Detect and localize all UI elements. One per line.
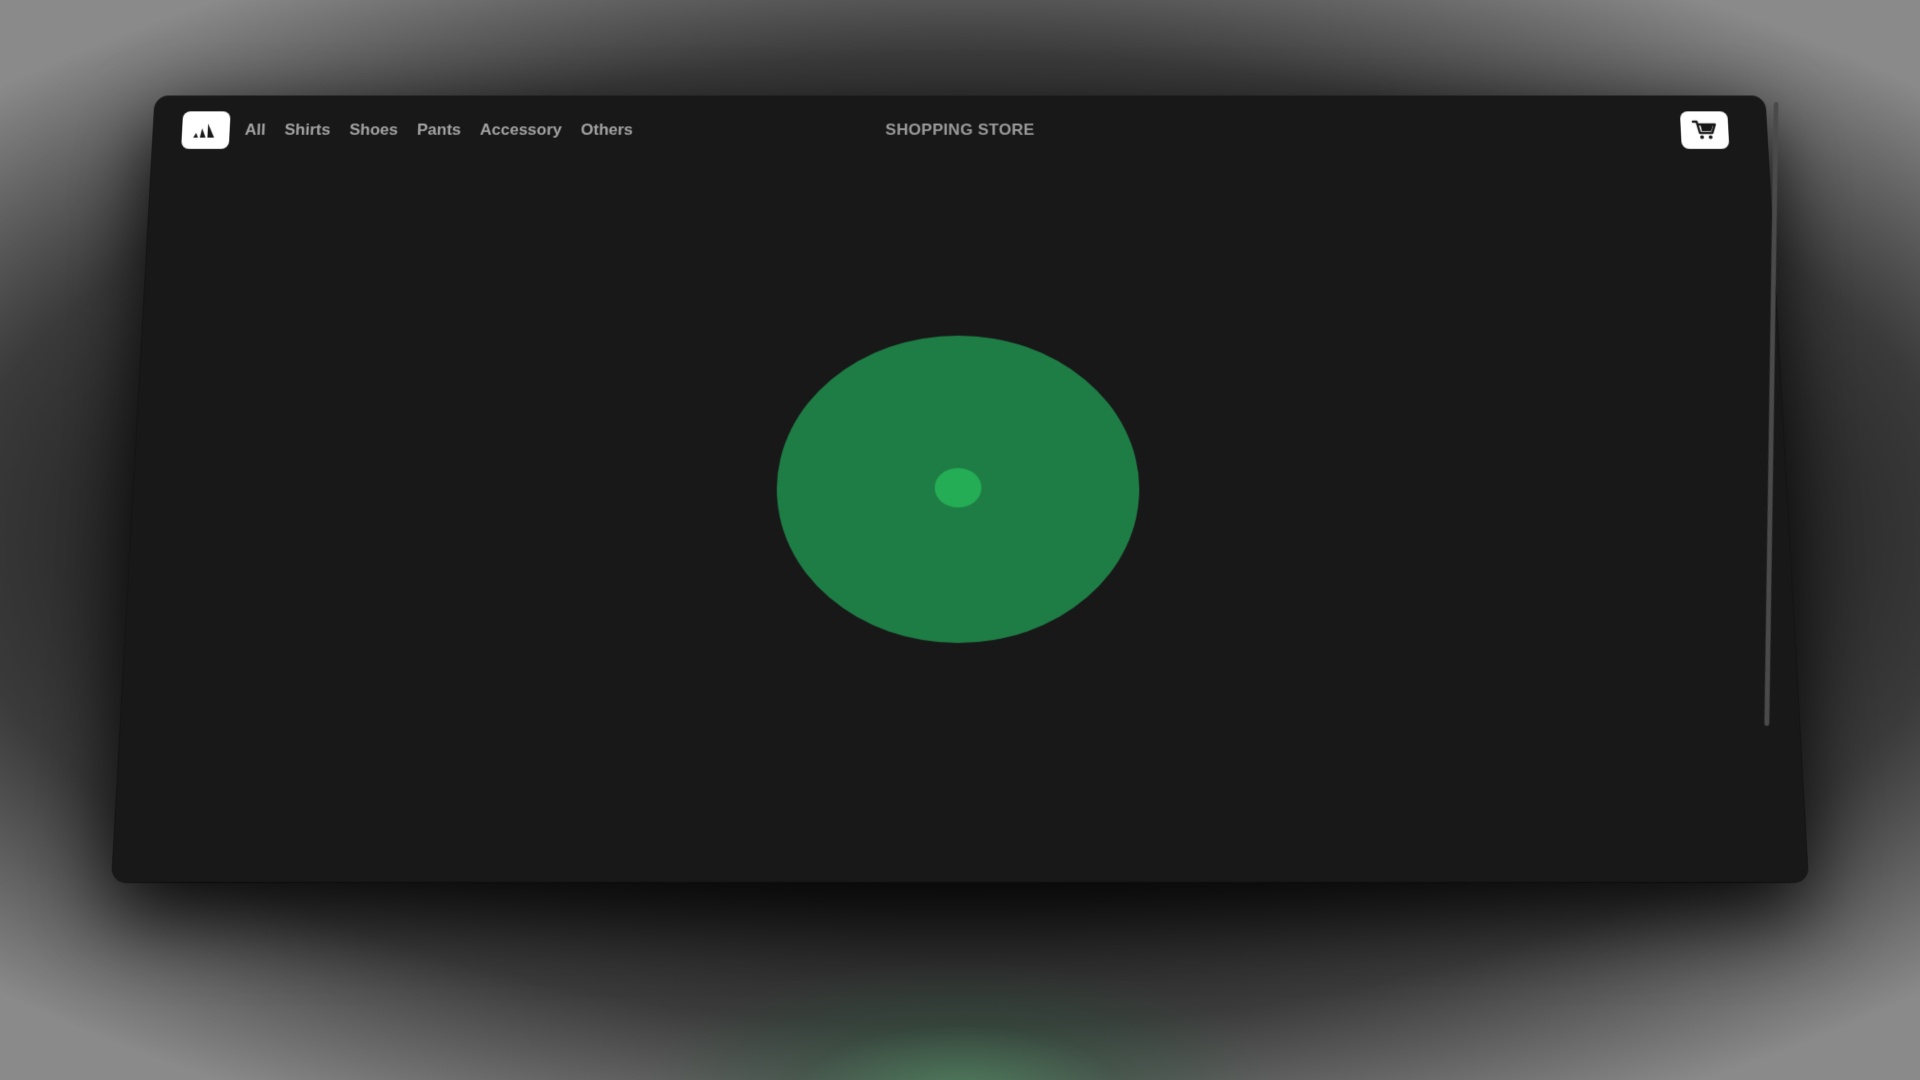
category-nav: All Shirts Shoes Pants Accessory Others xyxy=(243,96,633,164)
nav-link-shirts[interactable]: Shirts xyxy=(284,121,331,140)
app-window: All Shirts Shoes Pants Accessory Others … xyxy=(112,96,1808,883)
perspective-container: All Shirts Shoes Pants Accessory Others … xyxy=(0,0,1920,1080)
nav-link-accessory[interactable]: Accessory xyxy=(480,121,562,140)
logo-button[interactable] xyxy=(181,111,231,149)
nav-link-all[interactable]: All xyxy=(244,121,266,140)
loading-spinner-core xyxy=(934,468,982,508)
scrollbar[interactable] xyxy=(1764,102,1779,726)
nav-link-others[interactable]: Others xyxy=(581,121,634,140)
nav-link-shoes[interactable]: Shoes xyxy=(349,121,398,140)
cart-button[interactable] xyxy=(1679,111,1730,149)
nav-link-pants[interactable]: Pants xyxy=(417,121,462,140)
loading-spinner xyxy=(774,335,1142,643)
adidas-logo-icon xyxy=(193,123,215,138)
shopping-cart-icon xyxy=(1692,120,1718,140)
store-title: SHOPPING STORE xyxy=(885,120,1035,139)
navbar: All Shirts Shoes Pants Accessory Others … xyxy=(152,96,1769,164)
